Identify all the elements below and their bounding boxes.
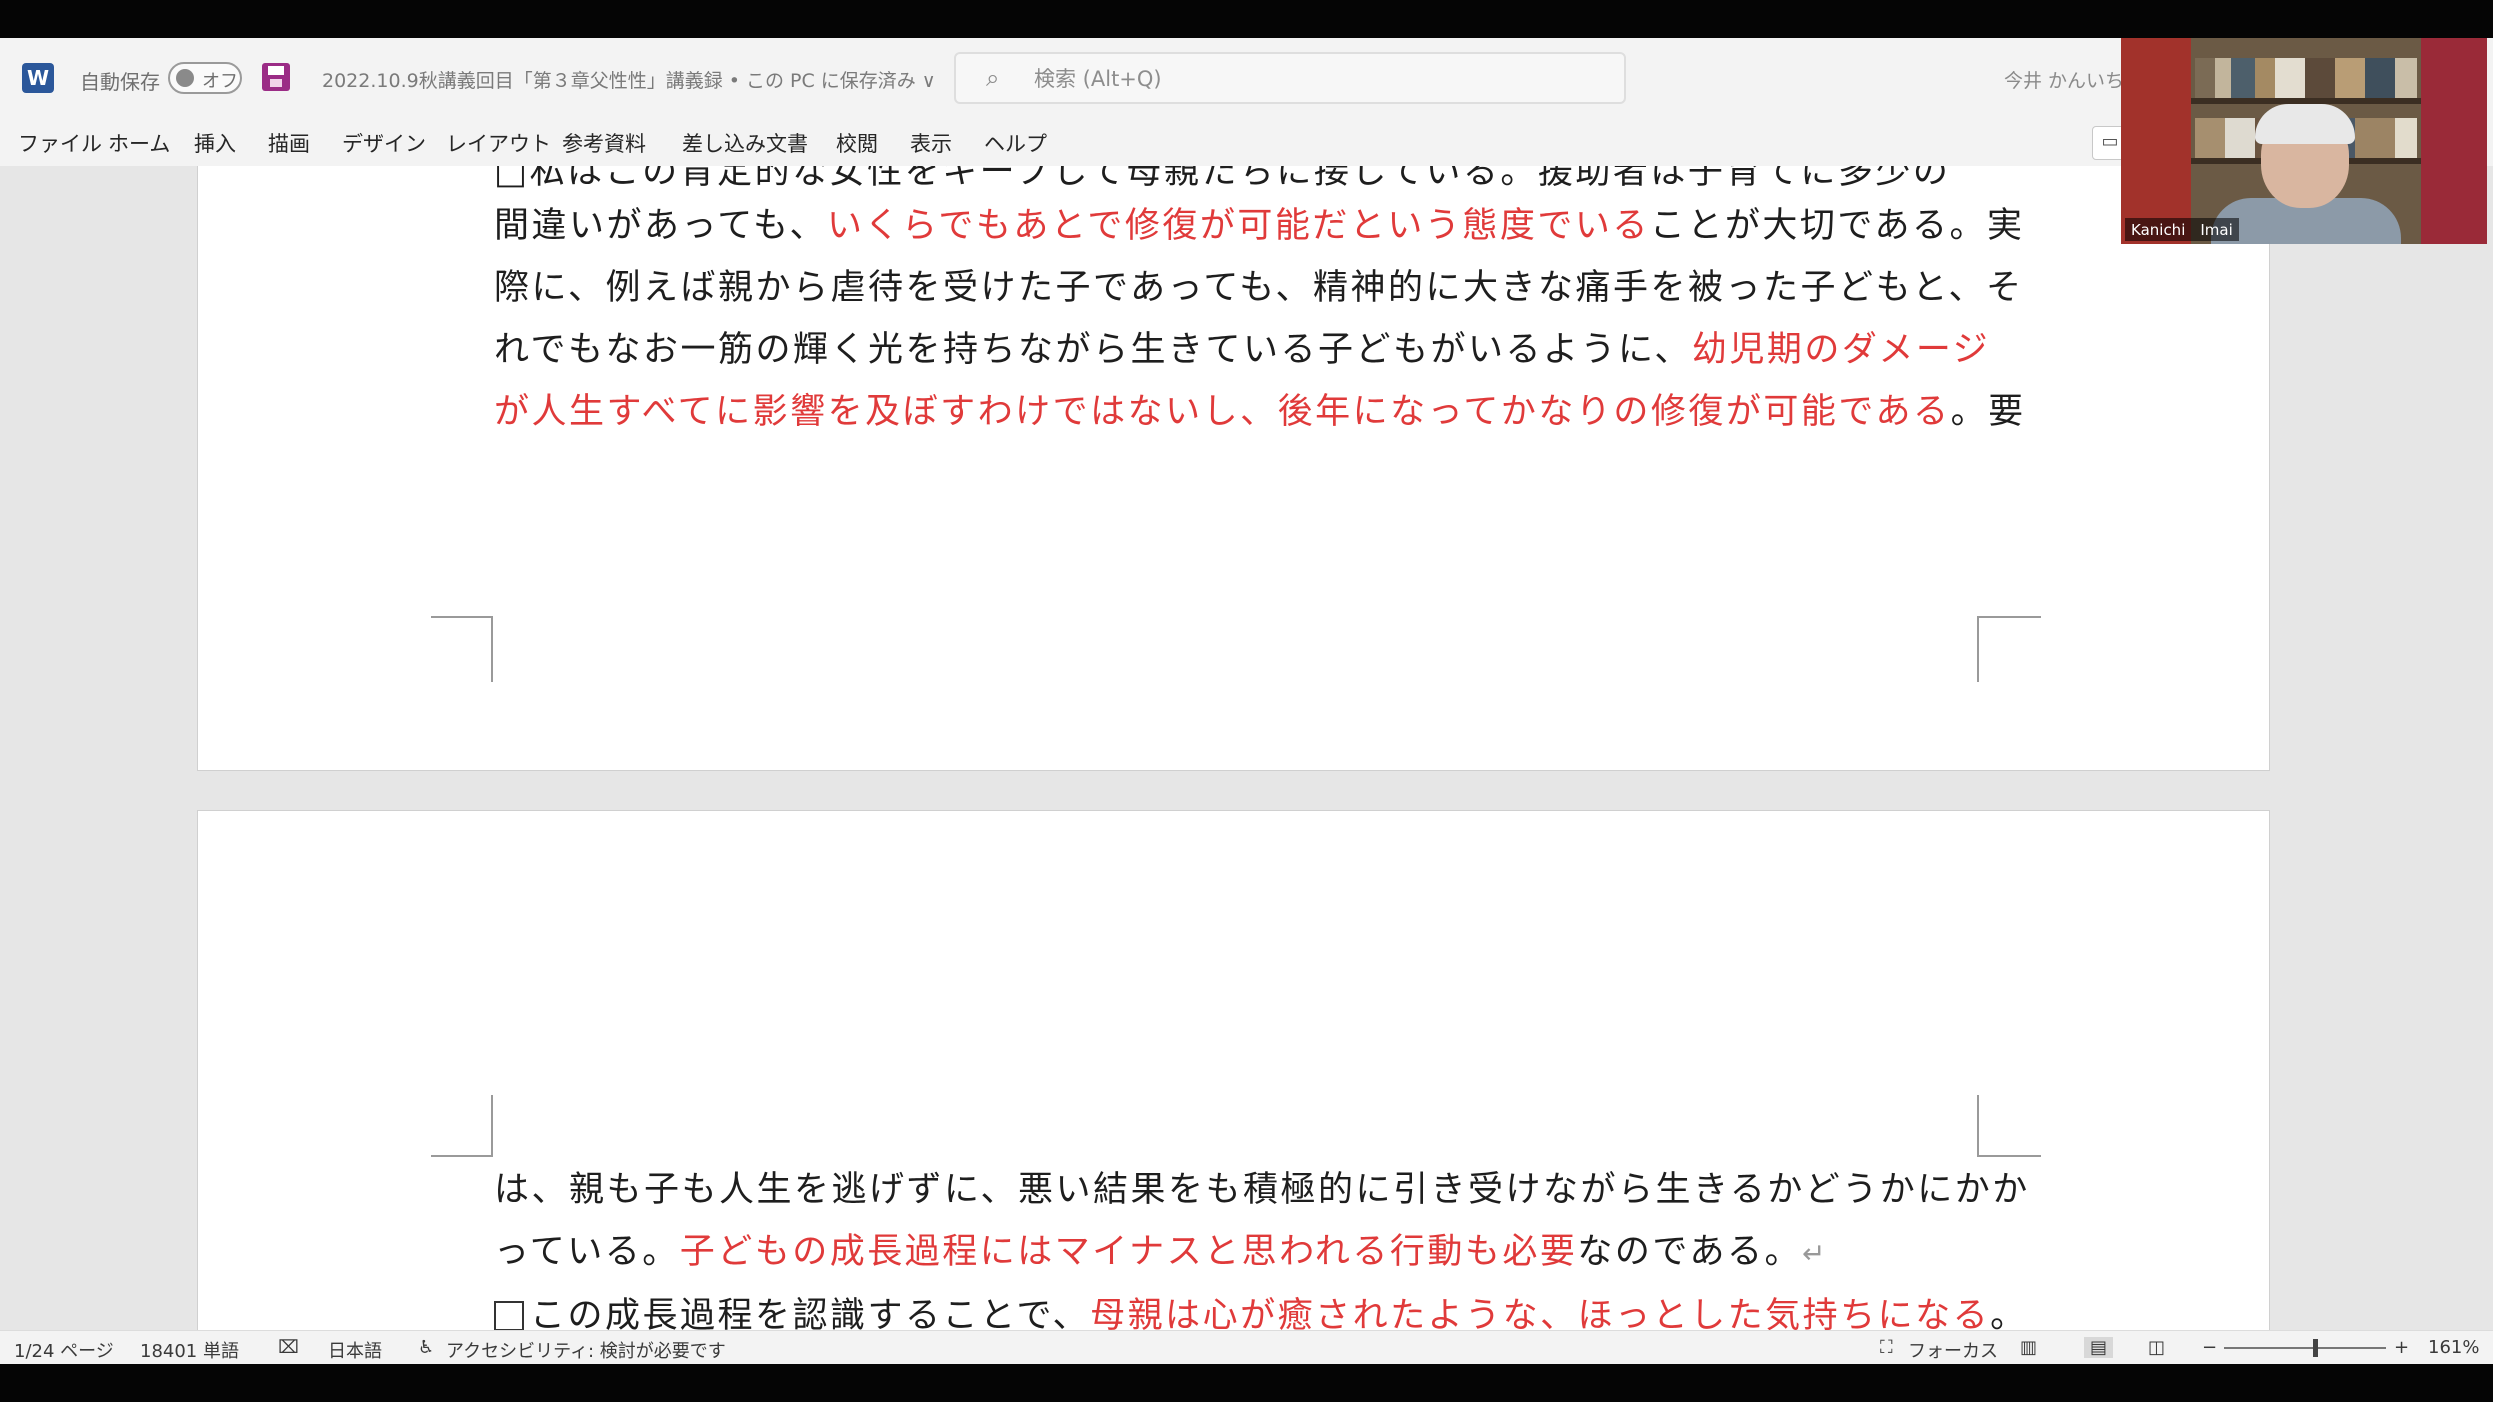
autosave-state: オフ	[202, 71, 238, 92]
crop-mark-left	[431, 1095, 493, 1157]
page-2[interactable]: は、親も子も人生を逃げずに、悪い結果をも積極的に引き受けながら生きるかどうかにか…	[197, 810, 2270, 1330]
comment-icon: ▭	[2101, 131, 2119, 152]
page-count[interactable]: 1/24 ページ	[14, 1337, 114, 1363]
body-text: れでもなお一筋の輝く光を持ちながら生きている子どもがいるように、	[494, 330, 1692, 370]
search-input[interactable]	[1032, 62, 1596, 96]
document-title-text: 2022.10.9秋講義回目「第３章父性性」講義録 • この PC に保存済み	[322, 70, 916, 92]
page1-lines: 間違いがあっても、いくらでもあとで修復が可能だという態度でいることが大切である。…	[494, 195, 2023, 443]
tab-draw[interactable]: 描画	[268, 128, 310, 158]
paragraph-page2[interactable]: は、親も子も人生を逃げずに、悪い結果をも積極的に引き受けながら生きるかどうかにか…	[494, 1159, 2027, 1330]
text-line: っている。子どもの成長過程にはマイナスと思われる行動も必要なのである。↵	[494, 1221, 1984, 1285]
chevron-down-icon: ∨	[921, 70, 936, 92]
checkbox-icon[interactable]	[494, 1301, 524, 1330]
tapestry-right	[2421, 38, 2487, 244]
participant-name: Kanichi Imai	[2125, 218, 2239, 241]
zoom-slider[interactable]	[2224, 1347, 2386, 1349]
text-line: が人生すべてに影響を及ぼすわけではないし、後年になってかなりの修復が可能である。…	[494, 381, 2023, 443]
tab-review[interactable]: 校閲	[836, 128, 878, 158]
person-hair	[2255, 104, 2355, 144]
zoom-slider-thumb[interactable]	[2312, 1339, 2318, 1357]
tab-mailings[interactable]: 差し込み文書	[682, 128, 808, 158]
body-text: っている。	[494, 1232, 680, 1272]
word-count[interactable]: 18401 単語	[140, 1337, 239, 1363]
tab-design[interactable]: デザイン	[342, 128, 426, 158]
language-indicator[interactable]: 日本語	[328, 1337, 382, 1363]
tab-references[interactable]: 参考資料	[562, 128, 646, 158]
tab-insert[interactable]: 挿入	[194, 128, 236, 158]
title-bar: W 自動保存 オフ 2022.10.9秋講義回目「第３章父性性」講義録 • この…	[0, 38, 2493, 118]
body-text: この成長過程を認識することで、	[530, 1296, 1091, 1330]
toggle-knob	[176, 69, 194, 87]
document-title[interactable]: 2022.10.9秋講義回目「第３章父性性」講義録 • この PC に保存済み ∨	[322, 66, 936, 93]
crop-mark-right	[1977, 616, 2041, 682]
save-icon[interactable]	[262, 63, 290, 91]
status-bar: 1/24 ページ 18401 単語 ⌧ 日本語 ♿ アクセシビリティ: 検討が必…	[0, 1330, 2493, 1365]
web-layout-icon[interactable]: ◫	[2148, 1337, 2165, 1358]
zoom-level[interactable]: 161%	[2428, 1337, 2479, 1358]
text-line: は、親も子も人生を逃げずに、悪い結果をも積極的に引き受けながら生きるかどうかにか…	[494, 1159, 2027, 1221]
text-line: この成長過程を認識することで、母親は心が癒されたような、ほっとした気持ちになる。	[494, 1285, 2025, 1330]
tapestry-left	[2121, 38, 2191, 244]
tab-layout[interactable]: レイアウト	[446, 128, 551, 158]
zoom-in-button[interactable]: +	[2394, 1337, 2409, 1358]
search-icon: ⌕	[986, 64, 1000, 92]
user-name[interactable]: 今井 かんいち	[2004, 66, 2124, 93]
highlighted-text: いくらでもあとで修復が可能だという態度でいる	[826, 206, 1650, 246]
paragraph-mark: ↵	[1801, 1237, 1828, 1270]
print-layout-icon[interactable]: ▤	[2084, 1337, 2114, 1358]
autosave-label: 自動保存	[80, 70, 160, 94]
highlighted-text: が人生すべてに影響を及ぼすわけではないし、後年になってかなりの修復が可能である	[494, 392, 1951, 432]
crop-mark-right	[1977, 1095, 2041, 1157]
body-text: 。要	[1950, 392, 2026, 432]
zoom-out-button[interactable]: −	[2202, 1337, 2217, 1358]
cutoff-line: □私はこの肯定的な女性をキープして母親たちに接している。援助者は子育てに多少の	[494, 166, 1951, 192]
word-app-icon[interactable]: W	[22, 63, 54, 93]
read-mode-icon[interactable]: ▥	[2020, 1337, 2037, 1358]
page-1[interactable]: □私はこの肯定的な女性をキープして母親たちに接している。援助者は子育てに多少の …	[197, 166, 2270, 771]
body-text: 際に、例えば親から虐待を受けた子であっても、精神的に大きな痛手を被った子どもと、…	[494, 268, 2024, 308]
tab-help[interactable]: ヘルプ	[984, 128, 1047, 158]
video-thumbnail[interactable]: Kanichi Imai	[2121, 38, 2487, 244]
document-canvas[interactable]: □私はこの肯定的な女性をキープして母親たちに接している。援助者は子育てに多少の …	[0, 166, 2493, 1330]
proofing-icon[interactable]: ⌧	[278, 1337, 299, 1358]
body-text: 。	[1990, 1296, 2028, 1330]
body-text: 間違いがあっても、	[494, 206, 827, 246]
focus-icon[interactable]: ⛶	[1880, 1337, 1893, 1358]
highlighted-text: 子どもの成長過程にはマイナスと思われる行動も必要	[679, 1232, 1578, 1272]
focus-mode[interactable]: フォーカス	[1908, 1337, 1998, 1363]
tab-view[interactable]: 表示	[910, 128, 952, 158]
tab-file[interactable]: ファイル	[18, 128, 102, 158]
paragraph-page1[interactable]: 間違いがあっても、いくらでもあとで修復が可能だという態度でいることが大切である。…	[494, 195, 2023, 443]
accessibility-status[interactable]: アクセシビリティ: 検討が必要です	[446, 1337, 726, 1363]
top-letterbox	[0, 0, 2493, 38]
autosave-toggle[interactable]: オフ	[168, 62, 242, 94]
text-line: 際に、例えば親から虐待を受けた子であっても、精神的に大きな痛手を被った子どもと、…	[494, 257, 2021, 319]
accessibility-icon[interactable]: ♿	[418, 1337, 434, 1358]
body-text: ことが大切である。実	[1649, 206, 2025, 246]
books-row	[2195, 58, 2417, 98]
text-line: れでもなお一筋の輝く光を持ちながら生きている子どもがいるように、幼児期のダメージ	[494, 319, 1988, 381]
body-text: は、親も子も人生を逃げずに、悪い結果をも積極的に引き受けながら生きるかどうかにか…	[494, 1170, 2030, 1210]
highlighted-text: 母親は心が癒されたような、ほっとした気持ちになる	[1090, 1296, 1991, 1330]
tab-home[interactable]: ホーム	[108, 128, 170, 158]
bottom-letterbox	[0, 1364, 2493, 1402]
page2-lines: は、親も子も人生を逃げずに、悪い結果をも積極的に引き受けながら生きるかどうかにか…	[494, 1159, 2027, 1330]
text-line: 間違いがあっても、いくらでもあとで修復が可能だという態度でいることが大切である。…	[494, 195, 2022, 257]
body-text: なのである。	[1577, 1232, 1802, 1272]
search-box[interactable]: ⌕	[954, 52, 1626, 104]
highlighted-text: 幼児期のダメージ	[1691, 330, 1991, 370]
ribbon-tabs: ファイル ホーム 挿入 描画 デザイン レイアウト 参考資料 差し込み文書 校閲…	[0, 118, 2493, 167]
crop-mark-left	[431, 616, 493, 682]
